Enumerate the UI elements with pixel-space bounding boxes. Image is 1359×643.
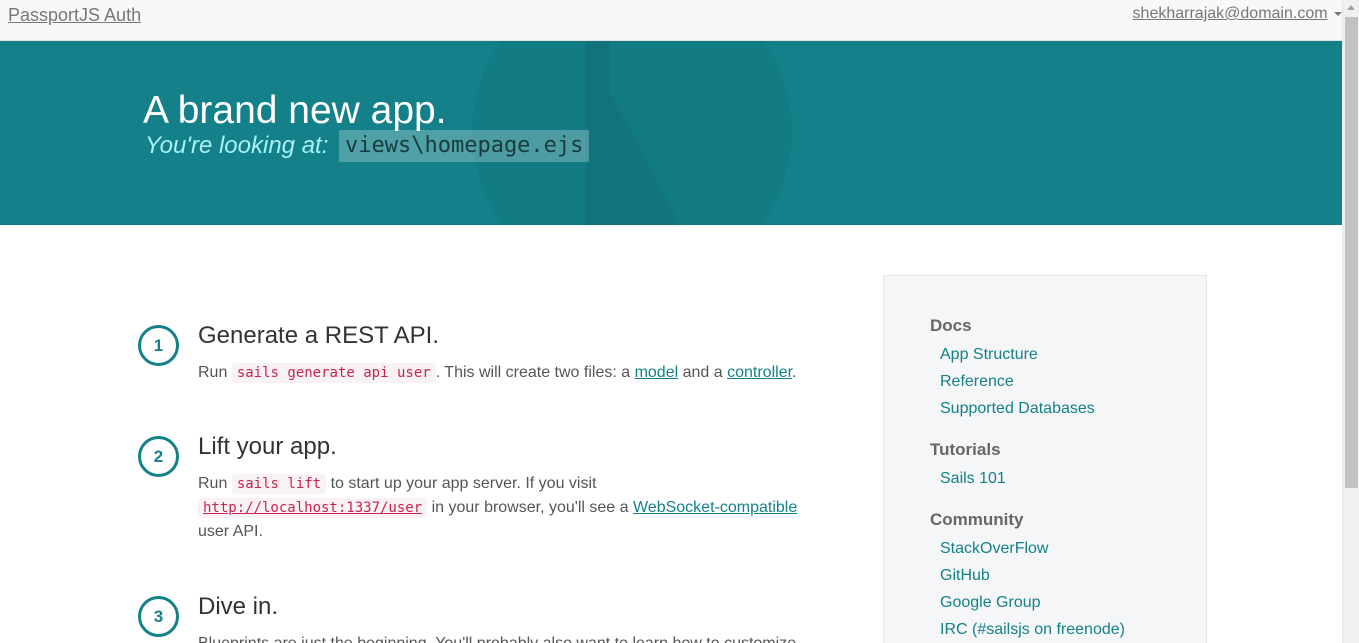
sidebar-link-reference[interactable]: Reference <box>940 373 1014 391</box>
vertical-scrollbar[interactable] <box>1342 0 1359 643</box>
step-text: . <box>792 364 797 381</box>
command-code: sails lift <box>231 474 327 494</box>
step-description: Run sails generate api user. This will c… <box>198 361 818 385</box>
hero-title: A brand new app. <box>143 89 447 132</box>
localhost-url-link[interactable]: http://localhost:1337/user <box>203 500 422 516</box>
scrollbar-thumb[interactable] <box>1345 17 1358 488</box>
step-description: Blueprints are just the beginning. You'l… <box>198 632 818 643</box>
logo-mast-decoration <box>586 41 610 225</box>
brand-link[interactable]: PassportJS Auth <box>8 5 141 26</box>
step-title: Lift your app. <box>198 433 337 460</box>
step-text: Run <box>198 364 228 381</box>
hero-subtitle: You're looking at: <box>145 132 329 159</box>
top-navbar: PassportJS Auth shekharrajak@domain.com <box>0 0 1342 41</box>
logo-sail-decoration <box>610 91 680 225</box>
websocket-link[interactable]: WebSocket-compatible <box>633 499 797 516</box>
sidebar-link-supported-databases[interactable]: Supported Databases <box>940 400 1095 418</box>
step-text: . This will create two files: a <box>435 364 631 381</box>
step-text: to start up your app server. If you visi… <box>330 475 597 492</box>
scroll-up-arrow-icon[interactable] <box>1347 5 1355 10</box>
step-text: user API. <box>198 523 263 540</box>
user-menu-dropdown[interactable]: shekharrajak@domain.com <box>1133 5 1342 23</box>
step-text: Run <box>198 475 228 492</box>
step-text: and a <box>682 364 723 381</box>
step-title: Generate a REST API. <box>198 322 440 349</box>
hero-file-path: views\homepage.ejs <box>339 130 590 162</box>
sidebar-link-irc[interactable]: IRC (#sailsjs on freenode) <box>940 621 1125 639</box>
sidebar-link-stackoverflow[interactable]: StackOverFlow <box>940 540 1048 558</box>
chevron-down-icon <box>1334 11 1342 16</box>
step-text: in your browser, you'll see a <box>431 499 629 516</box>
sidebar-link-google-group[interactable]: Google Group <box>940 594 1041 612</box>
step-number-badge: 2 <box>138 436 179 477</box>
resources-sidebar: Docs App Structure Reference Supported D… <box>883 275 1207 643</box>
sidebar-heading-tutorials: Tutorials <box>930 440 1001 459</box>
step-number-badge: 3 <box>138 596 179 637</box>
sidebar-heading-community: Community <box>930 510 1024 529</box>
sidebar-link-github[interactable]: GitHub <box>940 567 990 585</box>
sidebar-link-sails-101[interactable]: Sails 101 <box>940 470 1006 488</box>
hero-banner: A brand new app. You're looking at: view… <box>0 41 1342 225</box>
user-email: shekharrajak@domain.com <box>1132 5 1328 22</box>
step-number-badge: 1 <box>138 325 179 366</box>
step-title: Dive in. <box>198 593 279 620</box>
sidebar-link-app-structure[interactable]: App Structure <box>940 346 1038 364</box>
sidebar-heading-docs: Docs <box>930 316 972 335</box>
controller-link[interactable]: controller <box>727 364 792 381</box>
step-description: Run sails lift to start up your app serv… <box>198 472 818 544</box>
model-link[interactable]: model <box>635 364 679 381</box>
command-code: sails generate api user <box>231 363 436 383</box>
